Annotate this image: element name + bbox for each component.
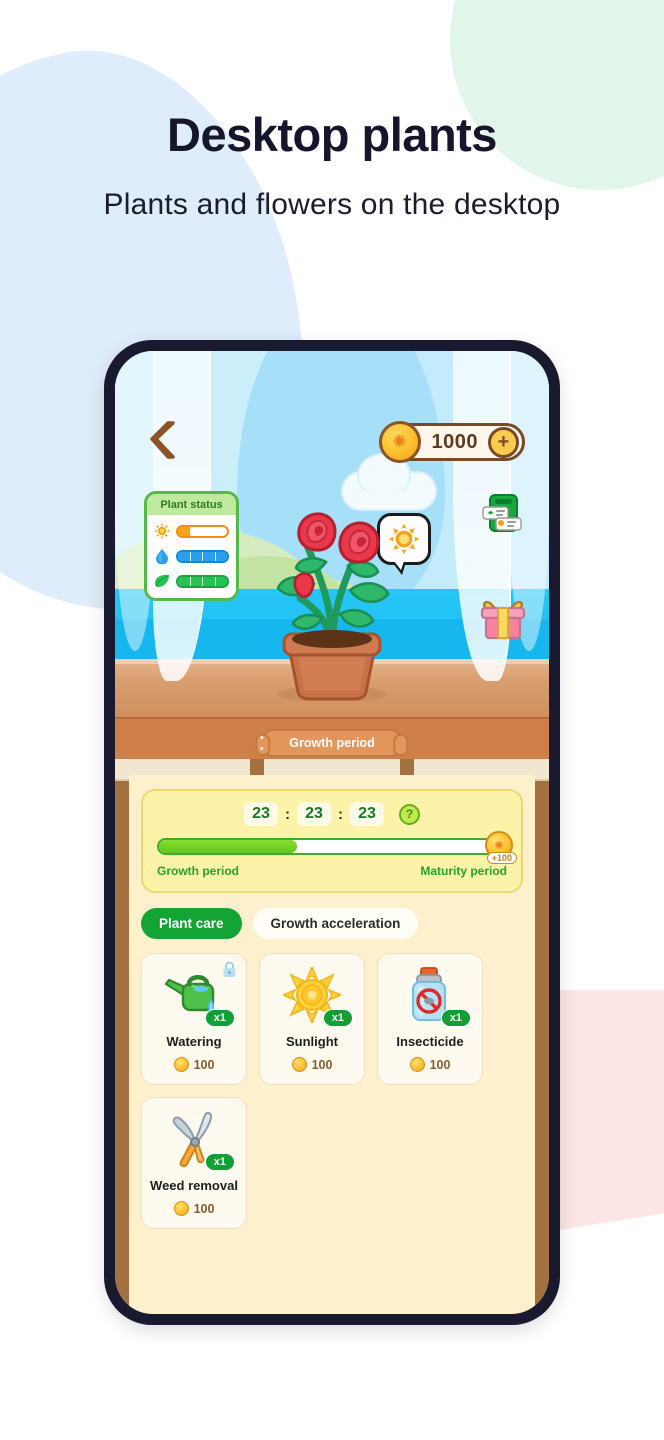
coin-icon (291, 1057, 307, 1072)
page-subtitle: Plants and flowers on the desktop (103, 188, 561, 222)
plant-status-card: Plant status (144, 491, 239, 601)
item-card-watering[interactable]: x1 Watering 100 (141, 953, 247, 1085)
help-icon[interactable]: ? (399, 803, 420, 825)
coin-balance-bar[interactable]: ✺ 1000 + (378, 421, 525, 463)
item-price-value: 100 (193, 1057, 215, 1072)
coin-icon (409, 1057, 425, 1072)
coin-amount: 1000 (431, 430, 478, 453)
water-bar (176, 549, 229, 563)
gift-icon[interactable] (479, 599, 527, 641)
plant-status-rows (147, 515, 236, 598)
growth-progress-wrap: ✺ +100 (157, 831, 517, 864)
sunlight-bar (176, 524, 229, 538)
growth-progress-bar (157, 838, 507, 855)
item-qty-watering: x1 (204, 1009, 235, 1027)
timer-separator-1: : (285, 805, 290, 823)
header: Desktop plants Plants and flowers on the… (0, 110, 664, 222)
sun-icon: x1 (280, 967, 353, 1027)
page-root: Desktop plants Plants and flowers on the… (0, 0, 664, 1440)
spray-bottle-icon: x1 (398, 967, 471, 1027)
nutrition-bar (176, 574, 229, 588)
item-qty-insecticide: x1 (440, 1009, 471, 1027)
back-button[interactable] (147, 419, 181, 461)
plant-status-title: Plant status (147, 494, 236, 515)
shop-panel: 23 : 23 : 23 ? ✺ +100 Growth period Matu… (115, 759, 549, 1314)
task-list-icon[interactable] (481, 493, 527, 537)
game-scene: ✺ 1000 + Plant status Growth period (115, 351, 549, 776)
item-name-weed-removal: Weed removal (150, 1178, 238, 1193)
phone-screen: ✺ 1000 + Plant status Growth period 23:… (115, 351, 549, 1314)
item-name-sunlight: Sunlight (286, 1034, 338, 1049)
plant-illustration[interactable] (242, 466, 422, 702)
status-row-nutrition (154, 573, 229, 589)
chevron-left-icon (150, 421, 175, 459)
add-coins-button[interactable]: + (488, 426, 519, 458)
status-row-water (154, 548, 229, 564)
coin-icon (173, 1057, 189, 1072)
shop-tabs: Plant care Growth acceleration (141, 908, 523, 939)
item-price-value: 100 (429, 1057, 451, 1072)
item-card-sunlight[interactable]: x1 Sunlight 100 (259, 953, 365, 1085)
stage-ribbon-label: Growth period (289, 736, 375, 750)
item-price-value: 100 (311, 1057, 333, 1072)
timer-seconds: 23 (350, 802, 384, 826)
reward-amount-badge: +100 (486, 852, 517, 864)
item-price-insecticide: 100 (409, 1057, 451, 1072)
panel-content: 23 : 23 : 23 ? ✺ +100 Growth period Matu… (129, 775, 535, 1314)
item-qty-sunlight: x1 (322, 1009, 353, 1027)
item-price-value: 100 (193, 1201, 215, 1216)
status-row-sunlight (154, 523, 229, 539)
item-card-insecticide[interactable]: x1 Insecticide 100 (377, 953, 483, 1085)
progress-label-start: Growth period (157, 864, 239, 878)
growth-progress-card: 23 : 23 : 23 ? ✺ +100 Growth period Matu… (141, 789, 523, 893)
item-card-weed-removal[interactable]: x1 Weed removal 100 (141, 1097, 247, 1229)
shears-icon: x1 (162, 1111, 235, 1171)
progress-label-end: Maturity period (420, 864, 507, 878)
stage-ribbon: Growth period (255, 729, 410, 757)
tab-plant-care[interactable]: Plant care (141, 908, 242, 939)
timer-minutes: 23 (297, 802, 331, 826)
tab-growth-acceleration[interactable]: Growth acceleration (252, 908, 419, 939)
item-name-watering: Watering (166, 1034, 222, 1049)
item-price-watering: 100 (173, 1057, 215, 1072)
sun-icon (154, 523, 170, 539)
phone-frame: ✺ 1000 + Plant status Growth period 23:… (104, 340, 560, 1325)
item-name-insecticide: Insecticide (396, 1034, 464, 1049)
page-title: Desktop plants (167, 108, 497, 161)
progress-labels: Growth period Maturity period (157, 864, 507, 878)
coin-icon (173, 1201, 189, 1216)
item-qty-weed-removal: x1 (204, 1153, 235, 1171)
item-price-sunlight: 100 (291, 1057, 333, 1072)
timer-separator-2: : (338, 805, 343, 823)
coin-icon: ✺ (378, 421, 421, 463)
item-price-weed-removal: 100 (173, 1201, 215, 1216)
timer-hours: 23 (244, 802, 278, 826)
leaf-icon (154, 573, 170, 589)
growth-progress-fill (159, 840, 298, 853)
growth-timer: 23 : 23 : 23 ? (157, 802, 507, 826)
watering-can-icon: x1 (162, 967, 235, 1027)
item-grid: x1 Watering 100 x1 Sunlight 100 x1 Insec… (141, 953, 523, 1229)
water-drop-icon (154, 548, 170, 564)
